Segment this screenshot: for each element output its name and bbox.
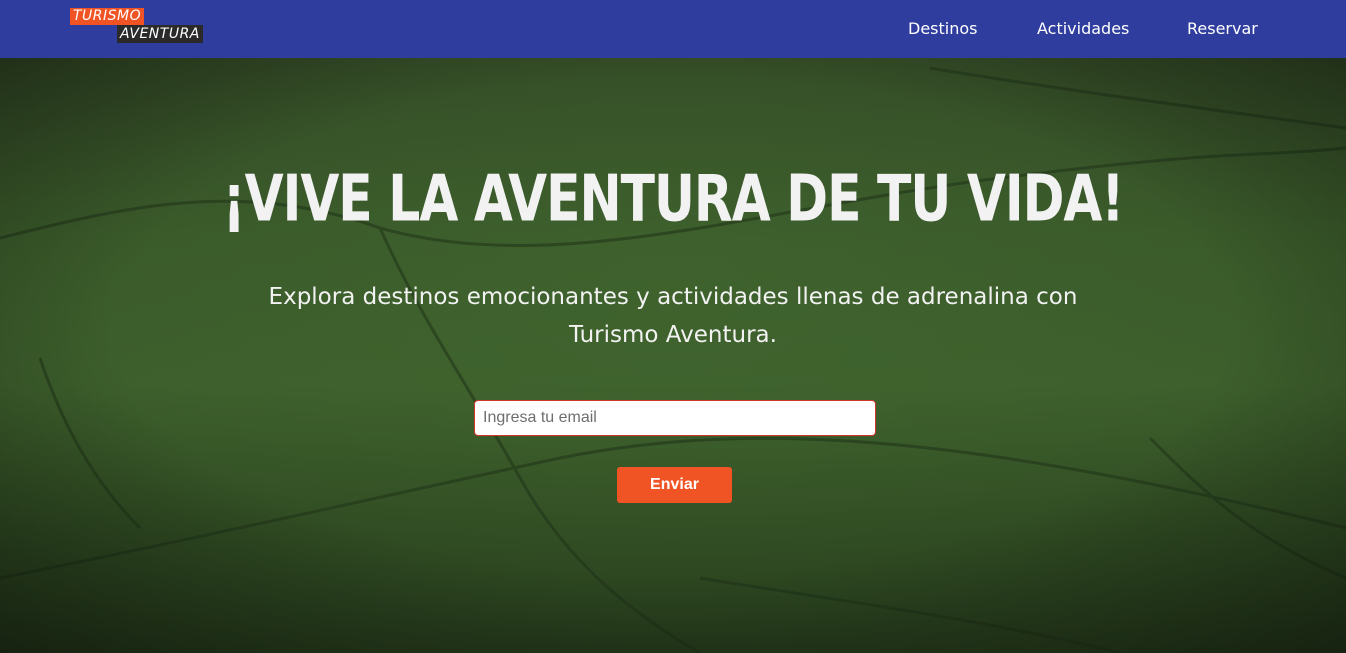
hero-title: ¡VIVE LA AVENTURA DE TU VIDA! [222, 162, 1125, 237]
field-background-image [0, 58, 1346, 653]
hero-subtitle: Explora destinos emocionantes y activida… [268, 284, 1078, 348]
hero-section: ¡VIVE LA AVENTURA DE TU VIDA! Explora de… [0, 58, 1346, 653]
nav-link-reservar[interactable]: Reservar [1187, 19, 1258, 39]
nav-link-destinos[interactable]: Destinos [908, 19, 977, 39]
email-input[interactable] [474, 400, 876, 436]
nav-link-actividades[interactable]: Actividades [1037, 19, 1129, 39]
navbar: TURISMO AVENTURA Destinos Actividades Re… [0, 0, 1346, 58]
logo-top-text: TURISMO [70, 8, 145, 25]
brand-logo[interactable]: TURISMO AVENTURA [70, 8, 210, 46]
logo-bottom-text: AVENTURA [117, 25, 203, 43]
submit-button[interactable]: Enviar [617, 467, 732, 503]
